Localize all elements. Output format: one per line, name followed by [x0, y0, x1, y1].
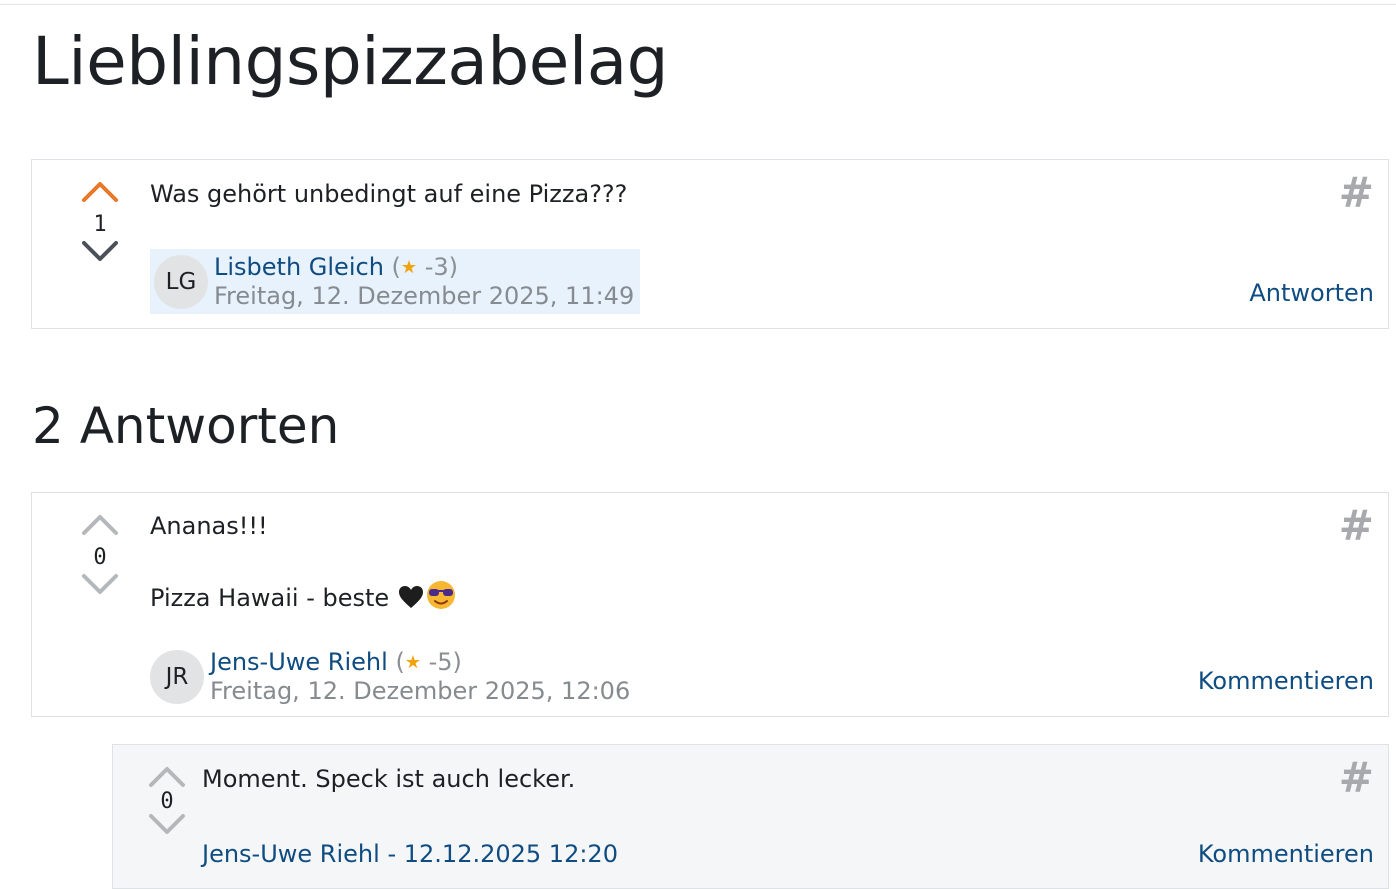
reputation-value: -5)	[428, 648, 462, 676]
comment-date: 12.12.2025 12:20	[403, 840, 618, 868]
avatar[interactable]: JR	[150, 649, 204, 704]
star-icon: ★	[400, 257, 418, 278]
reputation-value: -3)	[424, 253, 458, 281]
question-text: Was gehört unbedingt auf eine Pizza???	[150, 180, 628, 208]
top-divider	[0, 4, 1396, 5]
answer-text-line2-text: Pizza Hawaii - beste	[150, 584, 390, 612]
author-name-link[interactable]: Jens-Uwe Riehl	[210, 648, 388, 676]
reply-button[interactable]: Antworten	[1249, 279, 1374, 307]
answer-author: JR Jens-Uwe Riehl (★ -5) Freitag, 12. De…	[146, 644, 636, 709]
separator: -	[387, 840, 397, 868]
answer-text-line2: Pizza Hawaii - beste	[150, 580, 457, 612]
post-date: Freitag, 12. Dezember 2025, 11:49	[214, 282, 635, 310]
question-author: LG Lisbeth Gleich (★ -3) Freitag, 12. De…	[150, 249, 641, 314]
comment-vote-widget: 0	[147, 763, 187, 838]
downvote-chevron-down-icon[interactable]	[80, 572, 120, 598]
black-heart-emoji	[398, 586, 423, 608]
author-name-link[interactable]: Jens-Uwe Riehl	[202, 840, 380, 868]
answer-text-line1: Ananas!!!	[150, 512, 268, 540]
permalink-hash-icon[interactable]: #	[1339, 501, 1374, 550]
answer-card: 0 Ananas!!! Pizza Hawaii - beste JR Jens…	[31, 492, 1389, 717]
upvote-chevron-up-icon[interactable]	[80, 178, 120, 204]
question-vote-widget: 1	[80, 178, 120, 265]
upvote-chevron-up-icon[interactable]	[80, 511, 120, 537]
star-icon: ★	[404, 652, 421, 673]
comment-author-line: Jens-Uwe Riehl - 12.12.2025 12:20	[202, 840, 618, 868]
downvote-chevron-down-icon[interactable]	[80, 239, 120, 265]
comment-button[interactable]: Kommentieren	[1198, 667, 1374, 695]
reputation-open: (	[391, 253, 401, 281]
page-title: Lieblingspizzabelag	[32, 23, 669, 100]
post-date: Freitag, 12. Dezember 2025, 12:06	[210, 677, 631, 705]
avatar[interactable]: LG	[154, 254, 208, 309]
comment-text: Moment. Speck ist auch lecker.	[202, 765, 576, 793]
question-card: 1 Was gehört unbedingt auf eine Pizza???…	[31, 159, 1389, 329]
sunglasses-emoji	[426, 581, 455, 609]
vote-count: 1	[93, 212, 107, 237]
comment-card: 0 Moment. Speck ist auch lecker. Jens-Uw…	[112, 744, 1389, 889]
downvote-chevron-down-icon[interactable]	[147, 812, 187, 838]
permalink-hash-icon[interactable]: #	[1339, 168, 1374, 217]
answers-heading: 2 Antworten	[32, 397, 340, 455]
vote-count: 0	[93, 545, 107, 570]
reputation-open: (	[395, 648, 405, 676]
author-name-link[interactable]: Lisbeth Gleich	[214, 253, 384, 281]
permalink-hash-icon[interactable]: #	[1339, 753, 1374, 802]
comment-button[interactable]: Kommentieren	[1198, 840, 1374, 868]
vote-count: 0	[160, 789, 174, 814]
upvote-chevron-up-icon[interactable]	[147, 763, 187, 789]
answer-vote-widget: 0	[80, 511, 120, 598]
